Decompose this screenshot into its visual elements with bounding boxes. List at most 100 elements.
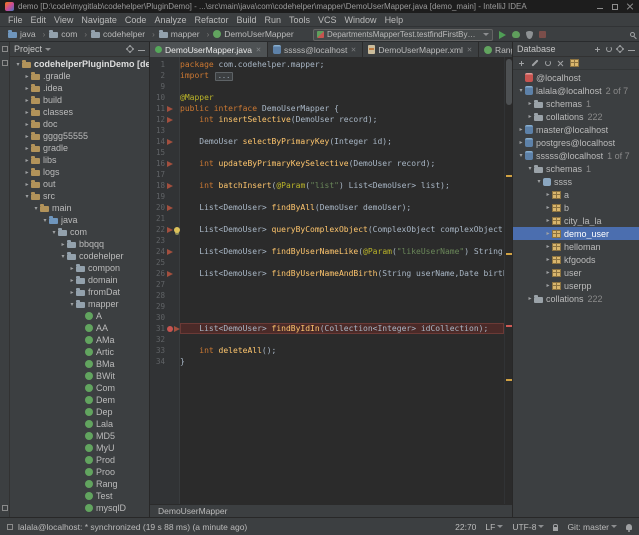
plus-icon[interactable] <box>518 60 525 67</box>
db-item-schemas[interactable]: ▾ schemas 1 <box>513 162 639 175</box>
gear-icon[interactable] <box>127 46 133 52</box>
project-item-codehelper[interactable]: ▾ codehelper <box>10 250 149 262</box>
sync-status-text[interactable]: lalala@localhost: * synchronized (19 s 8… <box>18 522 247 532</box>
project-item-codehelperplugindemo-demo[interactable]: ▾ codehelperPluginDemo [demo <box>10 58 149 70</box>
mybatis-mapper-icon[interactable] <box>167 226 173 233</box>
chevron-collapsed-icon[interactable]: ▸ <box>526 113 534 120</box>
project-item-doc[interactable]: ▸ doc <box>10 118 149 130</box>
menu-file[interactable]: File <box>4 15 27 25</box>
editor-line-1[interactable]: 1 package com.codehelper.mapper; <box>150 59 504 70</box>
project-item-prod[interactable]: Prod <box>10 454 149 466</box>
sync-icon[interactable] <box>545 60 551 66</box>
editor-line-23[interactable]: 23 <box>150 235 504 246</box>
mybatis-mapper-icon[interactable] <box>167 248 173 255</box>
editor-line-13[interactable]: 13 <box>150 125 504 136</box>
chevron-collapsed-icon[interactable]: ▸ <box>517 126 525 133</box>
tab-demousermapper-java[interactable]: DemoUserMapper.java <box>150 42 268 57</box>
chevron-collapsed-icon[interactable]: ▸ <box>23 157 31 164</box>
search-icon[interactable] <box>630 32 635 37</box>
chevron-collapsed-icon[interactable]: ▸ <box>526 100 534 107</box>
chevron-collapsed-icon[interactable]: ▸ <box>23 109 31 116</box>
close-tab-icon[interactable] <box>467 47 472 52</box>
breadcrumb-codehelper[interactable]: codehelper <box>91 29 159 39</box>
editor-line-27[interactable]: 27 <box>150 279 504 290</box>
project-item-main[interactable]: ▾ main <box>10 202 149 214</box>
chevron-expanded-icon[interactable]: ▾ <box>50 229 58 236</box>
toolwindow-toggle-icon[interactable] <box>7 523 13 530</box>
chevron-expanded-icon[interactable]: ▾ <box>517 87 525 94</box>
project-item-gradle[interactable]: ▸ .gradle <box>10 70 149 82</box>
editor-line-14[interactable]: 14 DemoUser selectByPrimaryKey(Integer i… <box>150 136 504 147</box>
notifications-bell-icon[interactable] <box>626 523 632 532</box>
editor-line-22[interactable]: 22 List<DemoUser> queryByComplexObject(C… <box>150 224 504 235</box>
menu-navigate[interactable]: Navigate <box>77 15 121 25</box>
favorites-toolwindow-icon[interactable] <box>1 505 8 511</box>
db-item-b[interactable]: ▸ b <box>513 201 639 214</box>
editor-line-19[interactable]: 19 <box>150 191 504 202</box>
db-item-ssss[interactable]: ▾ ssss <box>513 175 639 188</box>
db-item-master-localhost[interactable]: ▸ master@localhost <box>513 123 639 136</box>
editor-line-15[interactable]: 15 <box>150 147 504 158</box>
project-item-myu[interactable]: MyU <box>10 442 149 454</box>
project-item-src[interactable]: ▾ src <box>10 190 149 202</box>
db-item-lalala-localhost[interactable]: ▾ lalala@localhost 2 of 7 <box>513 84 639 97</box>
project-item-com[interactable]: Com <box>10 382 149 394</box>
bug-button-icon[interactable] <box>512 31 520 38</box>
menu-view[interactable]: View <box>50 15 77 25</box>
db-item-city-la-la[interactable]: ▸ city_la_la <box>513 214 639 227</box>
project-item-gggg55555[interactable]: ▸ gggg55555 <box>10 130 149 142</box>
project-item-gradle[interactable]: ▸ gradle <box>10 142 149 154</box>
project-item-bma[interactable]: BMa <box>10 358 149 370</box>
project-item-classes[interactable]: ▸ classes <box>10 106 149 118</box>
chevron-expanded-icon[interactable]: ▾ <box>32 205 40 212</box>
menu-analyze[interactable]: Analyze <box>150 15 190 25</box>
close-icon[interactable] <box>557 60 564 67</box>
encoding-widget[interactable]: UTF-8 <box>512 522 545 532</box>
chevron-collapsed-icon[interactable]: ▸ <box>23 181 31 188</box>
line-separator-widget[interactable]: LF <box>485 522 504 532</box>
project-item-bbqqq[interactable]: ▸ bbqqq <box>10 238 149 250</box>
project-item-md5[interactable]: MD5 <box>10 430 149 442</box>
chevron-collapsed-icon[interactable]: ▸ <box>23 73 31 80</box>
mybatis-mapper-icon[interactable] <box>167 105 173 112</box>
mybatis-mapper-icon[interactable] <box>167 116 173 123</box>
editor-scrollbar[interactable] <box>504 57 512 504</box>
chevron-expanded-icon[interactable]: ▾ <box>41 217 49 224</box>
editor-content[interactable]: 1 package com.codehelper.mapper; 2 import .… <box>150 57 512 504</box>
editor-line-21[interactable]: 21 <box>150 213 504 224</box>
editor-line-30[interactable]: 30 <box>150 312 504 323</box>
mybatis-mapper-icon[interactable] <box>167 204 173 211</box>
chevron-expanded-icon[interactable]: ▾ <box>535 178 543 185</box>
project-item-ama[interactable]: AMa <box>10 334 149 346</box>
tab-demousermapper-xml[interactable]: DemoUserMapper.xml <box>363 42 479 57</box>
chevron-collapsed-icon[interactable]: ▸ <box>23 145 31 152</box>
menu-vcs[interactable]: VCS <box>314 15 341 25</box>
chevron-collapsed-icon[interactable]: ▸ <box>23 121 31 128</box>
project-item-mapper[interactable]: ▾ mapper <box>10 298 149 310</box>
project-item-out[interactable]: ▸ out <box>10 178 149 190</box>
chevron-collapsed-icon[interactable]: ▸ <box>68 277 76 284</box>
breadcrumb-demousermapper[interactable]: DemoUserMapper <box>213 29 294 39</box>
folded-region[interactable]: ... <box>214 72 234 81</box>
chevron-collapsed-icon[interactable]: ▸ <box>23 169 31 176</box>
project-item-aa[interactable]: AA <box>10 322 149 334</box>
minimize-icon[interactable] <box>596 3 604 11</box>
chevron-collapsed-icon[interactable]: ▸ <box>23 97 31 104</box>
editor-line-24[interactable]: 24 List<DemoUser> findByUserNameLike(@Pa… <box>150 246 504 257</box>
menu-code[interactable]: Code <box>121 15 151 25</box>
close-window-icon[interactable] <box>626 3 634 11</box>
editor-line-9[interactable]: 9 <box>150 81 504 92</box>
db-item-user[interactable]: ▸ user <box>513 266 639 279</box>
editor-breadcrumb[interactable]: DemoUserMapper <box>158 506 227 516</box>
db-item-localhost[interactable]: @localhost <box>513 71 639 84</box>
breakpoint-dot-icon[interactable] <box>167 325 173 332</box>
close-tab-icon[interactable] <box>256 47 261 52</box>
plus-icon[interactable] <box>594 46 601 53</box>
minus-icon[interactable] <box>138 50 145 51</box>
chevron-collapsed-icon[interactable]: ▸ <box>23 85 31 92</box>
project-item-dem[interactable]: Dem <box>10 394 149 406</box>
editor-line-11[interactable]: 11 public interface DemoUserMapper { <box>150 103 504 114</box>
chevron-collapsed-icon[interactable]: ▸ <box>23 133 31 140</box>
chevron-collapsed-icon[interactable]: ▸ <box>59 241 67 248</box>
gear-icon[interactable] <box>617 46 623 52</box>
